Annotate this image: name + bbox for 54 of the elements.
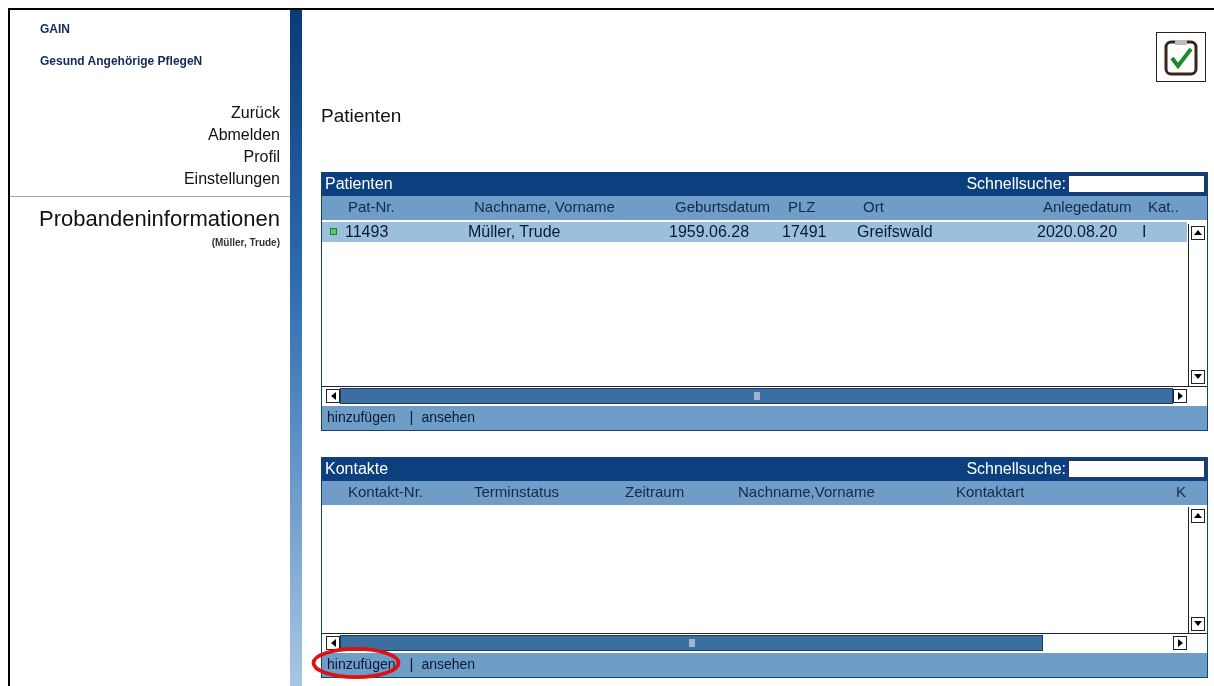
search-label: Schnellsuche: <box>966 459 1066 479</box>
column-header[interactable]: PLZ <box>788 196 863 219</box>
column-header[interactable]: K <box>1176 481 1206 504</box>
app-name: GAIN <box>39 21 71 38</box>
scroll-up-icon[interactable] <box>1191 508 1205 523</box>
nav-link[interactable]: Einstellungen <box>183 168 280 190</box>
nav-link[interactable]: Abmelden <box>207 124 280 146</box>
action-link[interactable]: ansehen <box>421 654 476 675</box>
action-link[interactable]: ansehen <box>421 407 476 428</box>
action-link[interactable]: hinzufügen <box>327 407 396 428</box>
scroll-right-icon[interactable] <box>1173 389 1187 403</box>
panel-title: Patienten <box>325 174 393 194</box>
column-header[interactable]: Nachname,Vorname <box>738 481 956 504</box>
checklist-button[interactable] <box>1156 32 1206 82</box>
table-cell-text: 17491 <box>782 221 828 242</box>
vertical-scrollbar[interactable] <box>1188 223 1206 386</box>
section-subject: (Müller, Trude) <box>210 236 281 250</box>
clipboard-check-icon <box>1163 38 1199 76</box>
column-header[interactable]: Pat-Nr. <box>348 196 474 219</box>
table-row[interactable]: 11493 Müller, Trude 1959.06.28 17491 Greifswald 2020.08.20 I <box>322 221 1187 242</box>
column-header[interactable]: Zeitraum <box>625 481 738 504</box>
app-subtitle: Gesund Angehörige PflegeN <box>39 53 204 70</box>
page-title: Patienten <box>321 104 403 128</box>
table-cell-text: 1959.06.28 <box>669 221 751 242</box>
column-header[interactable]: Kontakt-Nr. <box>348 481 474 504</box>
search-field[interactable] <box>1068 175 1205 193</box>
scroll-up-icon[interactable] <box>1191 225 1205 240</box>
column-header[interactable]: Terminstatus <box>474 481 625 504</box>
nav-link[interactable]: Zurück <box>231 102 280 124</box>
search-field[interactable] <box>1068 460 1205 478</box>
column-header[interactable]: Nachname, Vorname <box>474 196 675 219</box>
column-header[interactable]: Anlegedatum <box>1043 196 1148 219</box>
column-header[interactable]: Kat.. <box>1148 196 1198 219</box>
scroll-right-icon[interactable] <box>1173 636 1187 650</box>
column-header[interactable]: Ort <box>863 196 1043 219</box>
separator: | <box>409 407 414 428</box>
column-header[interactable]: Geburtsdatum <box>675 196 788 219</box>
vertical-scrollbar[interactable] <box>1188 506 1206 633</box>
nav-link[interactable]: Profil <box>243 146 280 168</box>
column-header[interactable]: Kontaktart <box>956 481 1176 504</box>
table-cell-text: 2020.08.20 <box>1037 221 1119 242</box>
panel-title: Kontakte <box>325 459 389 479</box>
separator: | <box>409 654 414 675</box>
action-link[interactable]: hinzufügen <box>327 654 396 675</box>
table-cell-text: 11493 <box>345 221 390 242</box>
table-cell-text: Greifswald <box>857 221 934 242</box>
scroll-down-icon[interactable] <box>1191 369 1205 384</box>
table-cell-text: I <box>1142 221 1148 242</box>
scroll-left-icon[interactable] <box>326 389 340 403</box>
scroll-down-icon[interactable] <box>1191 616 1205 631</box>
search-label: Schnellsuche: <box>966 174 1066 194</box>
table-cell-text: Müller, Trude <box>468 221 562 242</box>
section-title: Probandeninformationen <box>38 205 281 233</box>
row-marker-icon <box>330 228 337 235</box>
